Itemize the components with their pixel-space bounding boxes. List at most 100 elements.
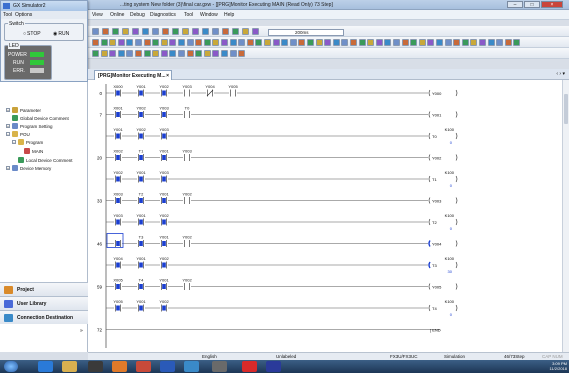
tb3-button-11[interactable] [186,50,194,57]
menu-debug[interactable]: Debug [130,12,145,18]
tb2-button-5[interactable] [135,39,142,46]
tb3-button-16[interactable] [229,50,237,57]
tb2-button-25[interactable] [307,39,314,46]
tb3-button-10[interactable] [178,50,185,57]
tb2-button-36[interactable] [401,39,409,46]
menu-view[interactable]: View [92,12,103,18]
tb3-button-1[interactable] [100,50,108,57]
tb3-button-15[interactable] [221,50,228,57]
tb1-button-15[interactable] [242,28,249,35]
tb2-button-34[interactable] [384,39,392,46]
tb2-button-0[interactable] [92,39,99,46]
tb2-button-9[interactable] [169,39,177,46]
tree-parameter[interactable]: + Parameter [6,107,41,113]
tb2-button-40[interactable] [436,39,443,46]
tb3-button-8[interactable] [160,50,168,57]
tab-close-icon[interactable]: × [166,73,169,79]
tb3-button-3[interactable] [117,50,125,57]
tb2-button-41[interactable] [444,39,452,46]
tb2-button-38[interactable] [418,39,426,46]
tb2-button-39[interactable] [427,39,435,46]
tb3-button-7[interactable] [152,50,160,57]
tb2-button-21[interactable] [272,39,280,46]
vertical-scrollbar[interactable] [562,80,569,352]
tb2-button-45[interactable] [479,39,486,46]
explorer-taskbar-icon[interactable] [62,361,77,372]
tb2-button-23[interactable] [289,39,297,46]
tb2-button-32[interactable] [367,39,375,46]
simulator-taskbar-icon[interactable] [266,361,281,372]
powerpoint-taskbar-icon[interactable] [136,361,151,372]
user-library-button[interactable]: User Library [0,296,88,310]
tb2-button-24[interactable] [298,39,306,46]
tb2-button-43[interactable] [461,39,469,46]
sim-menu-options[interactable]: Options [15,12,32,18]
tb1-button-3[interactable] [122,28,129,35]
tb2-button-2[interactable] [109,39,117,46]
tb2-button-42[interactable] [453,39,461,46]
tb2-button-27[interactable] [324,39,332,46]
tb2-button-29[interactable] [341,39,349,46]
start-button[interactable] [4,361,18,372]
tb1-button-0[interactable] [92,28,99,35]
tb3-button-0[interactable] [92,50,99,57]
tb2-button-11[interactable] [186,39,194,46]
menu-tool[interactable]: Tool [184,12,193,18]
nav-expand-icon[interactable]: » [80,328,83,334]
tb2-button-28[interactable] [332,39,340,46]
tb3-button-13[interactable] [203,50,211,57]
tb2-button-46[interactable] [487,39,495,46]
tb2-button-33[interactable] [375,39,383,46]
tb2-button-31[interactable] [358,39,366,46]
tb2-button-17[interactable] [238,39,246,46]
tree-device-memory[interactable]: + Device Memory [6,165,51,171]
tree-program[interactable]: − Program [12,139,43,145]
tree-global-comment[interactable]: Global Device Comment [12,115,69,121]
tb1-button-6[interactable] [152,28,159,35]
media-taskbar-icon[interactable] [88,361,103,372]
tb3-button-5[interactable] [135,50,142,57]
tb3-button-17[interactable] [238,50,246,57]
minimize-button[interactable]: – [507,1,523,8]
tb2-button-8[interactable] [160,39,168,46]
menu-diagnostics[interactable]: Diagnostics [150,12,176,18]
tb2-button-37[interactable] [410,39,418,46]
tb2-button-12[interactable] [195,39,203,46]
menu-online[interactable]: Online [110,12,124,18]
connection-destination-button[interactable]: Connection Destination [0,310,88,324]
sim-menu-tool[interactable]: Tool [3,12,12,18]
tb2-button-35[interactable] [393,39,400,46]
firefox-taskbar-icon[interactable] [112,361,127,372]
tb2-button-47[interactable] [496,39,504,46]
tb3-button-2[interactable] [109,50,117,57]
tb1-button-7[interactable] [162,28,169,35]
tb1-button-1[interactable] [102,28,109,35]
tree-pou[interactable]: − POU [6,131,30,137]
tb1-button-9[interactable] [182,28,189,35]
menu-window[interactable]: Window [200,12,218,18]
run-radio[interactable]: ◉ RUN [53,31,69,37]
tb2-button-13[interactable] [203,39,211,46]
tb1-button-13[interactable] [222,28,229,35]
tb1-button-10[interactable] [192,28,199,35]
tb2-button-3[interactable] [117,39,125,46]
tb3-button-9[interactable] [169,50,177,57]
stop-radio[interactable]: ○ STOP [23,31,41,37]
tb3-button-12[interactable] [195,50,203,57]
tb2-button-6[interactable] [143,39,151,46]
tb2-button-14[interactable] [212,39,220,46]
tb2-button-48[interactable] [504,39,512,46]
word-taskbar-icon[interactable] [160,361,175,372]
scroll-thumb[interactable] [564,94,568,124]
tb1-button-4[interactable] [132,28,139,35]
tb2-button-49[interactable] [513,39,521,46]
tb2-button-7[interactable] [152,39,160,46]
tb2-button-18[interactable] [246,39,254,46]
project-button[interactable]: Project [0,282,88,296]
tb2-button-20[interactable] [264,39,271,46]
tree-main[interactable]: MAIN [24,148,43,154]
tb1-button-14[interactable] [232,28,239,35]
menu-help[interactable]: Help [224,12,234,18]
tree-program-setting[interactable]: + Program Setting [6,123,53,129]
tb3-button-6[interactable] [143,50,151,57]
